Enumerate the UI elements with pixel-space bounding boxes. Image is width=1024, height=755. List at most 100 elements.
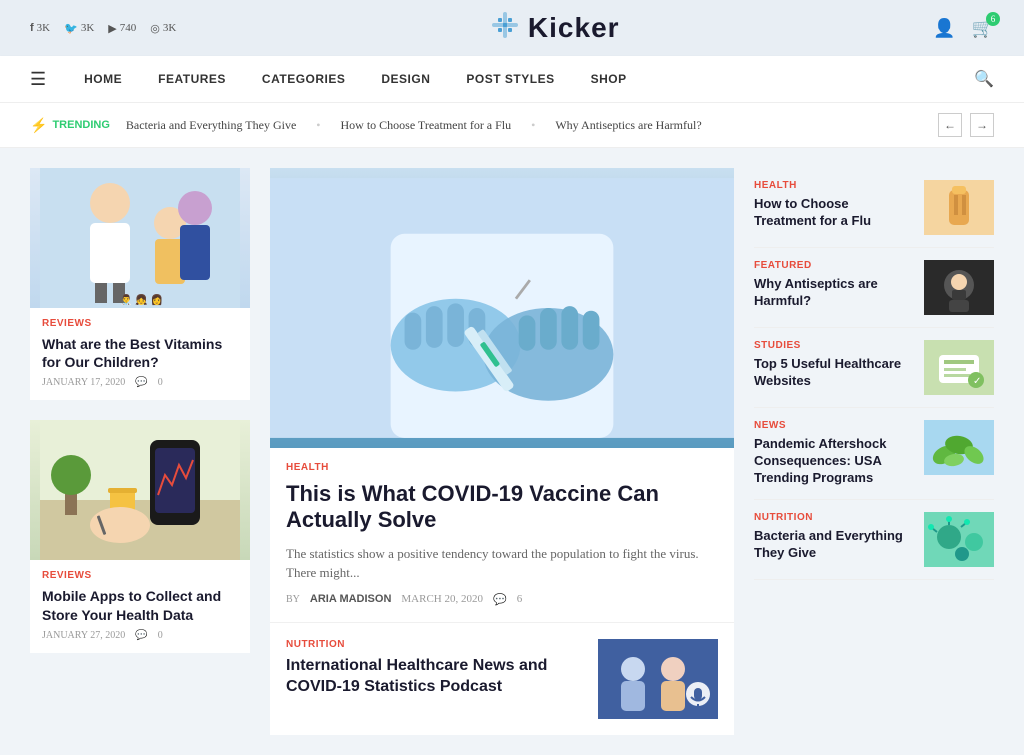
instagram-social[interactable]: ◎ 3K [150,22,176,35]
right-item-4: NEWS Pandemic Aftershock Consequences: U… [754,408,994,500]
right-column: HEALTH How to Choose Treatment for a Flu… [754,168,994,735]
left-article-1: 👨‍⚕️ 👧 👩 REVIEWS What are the Best Vitam… [30,168,250,400]
right-item-3: STUDIES Top 5 Useful Healthcare Websites… [754,328,994,408]
trending-item-2[interactable]: How to Choose Treatment for a Flu [340,118,511,133]
cart-icon[interactable]: 🛒 6 [972,18,994,39]
article-2-date: JANUARY 27, 2020 [42,630,125,641]
right-item-4-category[interactable]: NEWS [754,420,914,431]
article-2-body: REVIEWS Mobile Apps to Collect and Store… [30,560,250,652]
instagram-icon: ◎ [150,22,160,35]
article-1-title[interactable]: What are the Best Vitamins for Our Child… [42,335,238,371]
hero-body: HEALTH This is What COVID-19 Vaccine Can… [270,448,734,622]
right-item-1-text: HEALTH How to Choose Treatment for a Flu [754,180,914,230]
left-article-2: REVIEWS Mobile Apps to Collect and Store… [30,420,250,652]
right-item-3-category[interactable]: STUDIES [754,340,914,351]
podcast-illustration [598,639,718,719]
right-item-3-text: STUDIES Top 5 Useful Healthcare Websites [754,340,914,390]
top-right-actions: 👤 🛒 6 [933,18,994,39]
phone-health-illustration [40,420,240,560]
logo[interactable]: Kicker [490,10,620,46]
article-2-image [30,420,250,560]
trending-items: Bacteria and Everything They Give • How … [126,118,922,133]
article-2-category[interactable]: REVIEWS [42,570,238,581]
right-item-2-thumb [924,260,994,315]
right-item-2-category[interactable]: FEATURED [754,260,914,271]
covid-vaccine-illustration [270,168,734,448]
hamburger-menu[interactable]: ☰ [30,69,46,90]
left-column: 👨‍⚕️ 👧 👩 REVIEWS What are the Best Vitam… [30,168,250,735]
right-item-5-category[interactable]: NUTRITION [754,512,914,523]
svg-text:✓: ✓ [973,376,981,387]
right-item-5: NUTRITION Bacteria and Everything They G… [754,500,994,580]
center-article-2-text: NUTRITION International Healthcare News … [286,639,584,698]
nav-features[interactable]: FEATURES [140,56,244,102]
right-item-2-title[interactable]: Why Antiseptics are Harmful? [754,276,914,310]
article-1-category[interactable]: REVIEWS [42,318,238,329]
right-item-1-category[interactable]: HEALTH [754,180,914,191]
twitter-count: 3K [81,22,94,34]
hero-meta: BY ARIA MADISON MARCH 20, 2020 💬 6 [286,593,718,606]
hero-title[interactable]: This is What COVID-19 Vaccine Can Actual… [286,481,718,534]
facebook-social[interactable]: f 3K [30,22,50,34]
right-item-5-text: NUTRITION Bacteria and Everything They G… [754,512,914,562]
trending-bar: ⚡ TRENDING Bacteria and Everything They … [0,103,1024,148]
youtube-icon: ▶ [108,22,116,35]
hero-comment-icon: 💬 [493,593,507,606]
social-icons: f 3K 🐦 3K ▶ 740 ◎ 3K [30,22,176,35]
doctor-family-illustration: 👨‍⚕️ 👧 👩 [40,168,240,308]
twitter-social[interactable]: 🐦 3K [64,22,94,35]
youtube-count: 740 [120,22,137,34]
article-1-date: JANUARY 17, 2020 [42,377,125,388]
right-item-1-thumb [924,180,994,235]
twitter-icon: 🐦 [64,22,78,35]
center-article-2: NUTRITION International Healthcare News … [270,622,734,735]
right-item-3-title[interactable]: Top 5 Useful Healthcare Websites [754,356,914,390]
nav-design[interactable]: DESIGN [363,56,448,102]
right-item-2-text: FEATURED Why Antiseptics are Harmful? [754,260,914,310]
facebook-count: 3K [37,22,50,34]
right-item-5-thumb [924,512,994,567]
comment-icon-2: 💬 [135,630,147,641]
center-art2-category[interactable]: NUTRITION [286,639,584,650]
trending-item-3[interactable]: Why Antiseptics are Harmful? [555,118,701,133]
instagram-count: 3K [163,22,176,34]
article-2-title[interactable]: Mobile Apps to Collect and Store Your He… [42,587,238,623]
right-item-1-title[interactable]: How to Choose Treatment for a Flu [754,196,914,230]
right-item-2: FEATURED Why Antiseptics are Harmful? [754,248,994,328]
facebook-icon: f [30,22,34,34]
right-item-4-text: NEWS Pandemic Aftershock Consequences: U… [754,420,914,487]
center-column: HEALTH This is What COVID-19 Vaccine Can… [270,168,734,735]
hero-category[interactable]: HEALTH [286,462,718,473]
top-bar: f 3K 🐦 3K ▶ 740 ◎ 3K Kic [0,0,1024,56]
hero-excerpt: The statistics show a positive tendency … [286,544,718,583]
center-art2-title[interactable]: International Healthcare News and COVID-… [286,656,584,698]
comment-icon: 💬 [135,377,147,388]
search-icon[interactable]: 🔍 [974,69,994,89]
nav-post-styles[interactable]: POST STYLES [448,56,572,102]
trending-label: ⚡ TRENDING [30,117,110,134]
user-icon[interactable]: 👤 [933,18,955,39]
nav-home[interactable]: HOME [66,56,140,102]
right-item-1: HEALTH How to Choose Treatment for a Flu [754,168,994,248]
trending-navigation: ← → [938,113,994,137]
article-1-comments: 0 [158,377,163,388]
trending-text: TRENDING [52,119,109,131]
logo-text: Kicker [528,12,620,44]
trending-prev[interactable]: ← [938,113,962,137]
right-item-5-title[interactable]: Bacteria and Everything They Give [754,528,914,562]
nav-bar: ☰ HOME FEATURES CATEGORIES DESIGN POST S… [0,56,1024,103]
article-1-body: REVIEWS What are the Best Vitamins for O… [30,308,250,400]
article-1-meta: JANUARY 17, 2020 💬 0 [42,377,238,388]
nav-categories[interactable]: CATEGORIES [244,56,363,102]
trending-item-1[interactable]: Bacteria and Everything They Give [126,118,296,133]
nav-shop[interactable]: SHOP [573,56,645,102]
hero-date: MARCH 20, 2020 [401,593,483,605]
youtube-social[interactable]: ▶ 740 [108,22,136,35]
main-nav: HOME FEATURES CATEGORIES DESIGN POST STY… [66,56,974,102]
cart-badge: 6 [986,12,1000,26]
trending-next[interactable]: → [970,113,994,137]
right-item-4-title[interactable]: Pandemic Aftershock Consequences: USA Tr… [754,436,914,487]
right-item-3-thumb: ✓ [924,340,994,395]
logo-icon [490,10,520,46]
article-1-image: 👨‍⚕️ 👧 👩 [30,168,250,308]
